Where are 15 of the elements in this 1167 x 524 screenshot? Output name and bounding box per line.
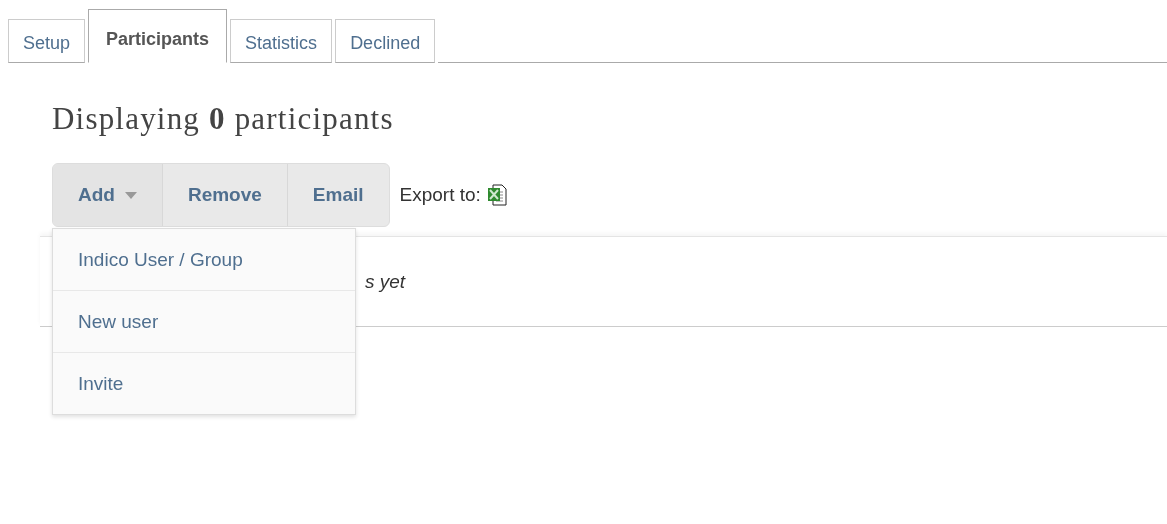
empty-message: s yet	[365, 271, 407, 293]
menu-item[interactable]: Indico User / Group	[53, 229, 355, 290]
menu-item[interactable]: New user	[53, 290, 355, 352]
participants-heading: Displaying 0 participants	[52, 101, 395, 137]
menu-item[interactable]: Invite	[53, 352, 355, 414]
tab[interactable]: Setup	[8, 19, 86, 63]
caret-icon	[124, 191, 137, 199]
tab[interactable]: Statistics	[230, 19, 333, 63]
toolbar-button[interactable]: Email	[286, 164, 389, 226]
add-dropdown-button[interactable]: Add	[53, 164, 162, 226]
export-label: Export to:	[399, 184, 481, 206]
toolbar-button[interactable]: Remove	[161, 164, 287, 226]
tab[interactable]: Participants	[88, 9, 228, 63]
spreadsheet-file-icon[interactable]	[486, 184, 507, 206]
tab[interactable]: Declined	[335, 19, 436, 63]
